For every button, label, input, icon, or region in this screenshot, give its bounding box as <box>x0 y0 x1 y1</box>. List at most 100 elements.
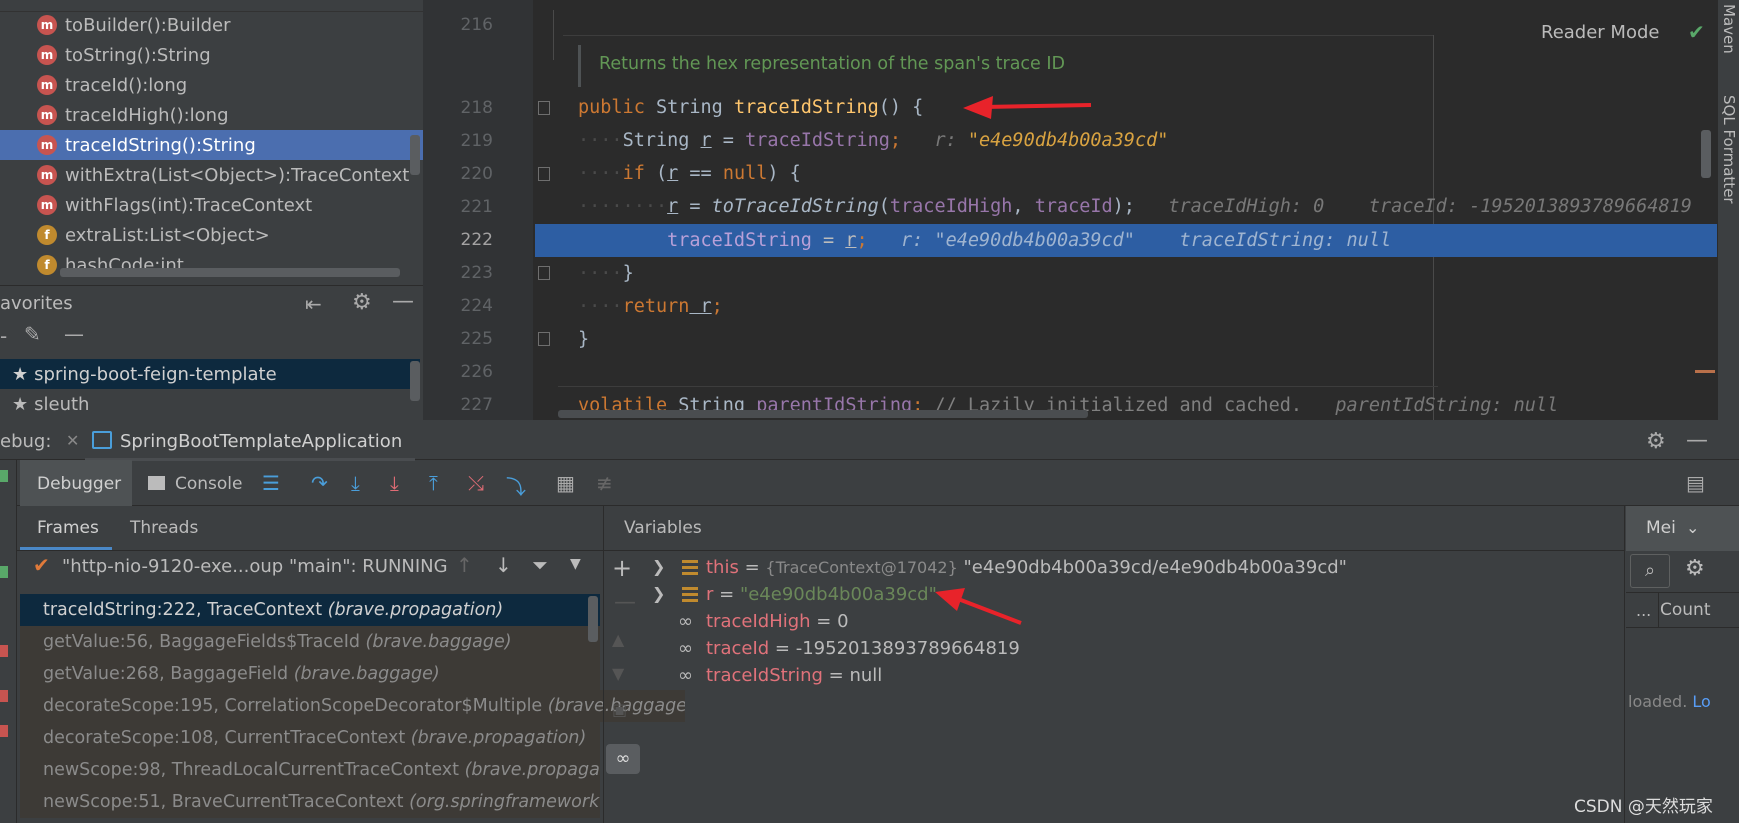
step-out-icon[interactable]: ⤒ <box>429 471 438 495</box>
remove-watch-icon[interactable]: — <box>614 590 636 615</box>
structure-scrollbar-v[interactable] <box>410 135 420 175</box>
minus-icon[interactable]: — <box>64 322 84 346</box>
show-execution-point-icon[interactable]: ☰ <box>262 471 280 495</box>
error-stripe-marker <box>1695 370 1715 373</box>
dropdown-icon[interactable]: ▼ <box>570 556 581 572</box>
sql-formatter-tab[interactable]: SQL Formatter <box>1720 95 1738 204</box>
editor-scrollbar-h[interactable] <box>558 410 1088 418</box>
tab-frames[interactable]: Frames <box>37 518 99 538</box>
fold-icon[interactable] <box>538 332 550 346</box>
stack-frame[interactable]: getValue:56, BaggageFields$TraceId (brav… <box>20 626 600 658</box>
breakpoints-icon[interactable] <box>0 690 8 702</box>
structure-item[interactable]: m traceId():long <box>0 70 423 100</box>
copy-icon[interactable]: ▣ <box>612 700 627 719</box>
code-line-220: ····if (r == null) { <box>578 163 801 184</box>
tab-console[interactable]: Console <box>175 474 243 494</box>
var-this[interactable]: this = {TraceContext@17042} "e4e90db4b00… <box>706 553 1347 583</box>
trace-stream-icon[interactable]: ≢ <box>596 471 613 495</box>
fold-icon[interactable] <box>538 101 550 115</box>
structure-item[interactable]: m withExtra(List<Object>):TraceContext <box>0 160 423 190</box>
maven-tab[interactable]: Maven <box>1720 4 1738 54</box>
structure-item[interactable]: m toBuilder():Builder <box>0 10 423 40</box>
drop-frame-icon[interactable]: ⤯ <box>468 471 484 495</box>
structure-panel: m toBuilder():Builder m toString():String … <box>0 0 423 285</box>
stack-frame[interactable]: decorateScope:108, CurrentTraceContext (… <box>20 722 600 754</box>
count-column-header[interactable]: Count <box>1660 600 1711 620</box>
stack-frame[interactable]: decorateScope:195, CorrelationScopeDecor… <box>20 690 685 722</box>
tab-threads[interactable]: Threads <box>130 518 198 538</box>
close-tab-icon[interactable]: ✕ <box>66 431 79 450</box>
editor-scrollbar-v[interactable] <box>1701 130 1711 178</box>
red-arrow-annotation <box>935 588 1022 625</box>
stack-frame[interactable]: getValue:268, BaggageField (brave.baggag… <box>20 658 600 690</box>
down-arrow-icon[interactable]: ↓ <box>495 553 512 577</box>
load-link[interactable]: Lo <box>1692 692 1710 711</box>
edit-pencil-icon[interactable]: ✎ <box>24 322 41 346</box>
minimize-icon[interactable]: — <box>392 289 414 314</box>
step-into-icon[interactable]: ⤓ <box>351 471 360 495</box>
mute-breakpoints-icon[interactable] <box>0 725 8 737</box>
structure-item[interactable]: m traceIdHigh():long <box>0 100 423 130</box>
memory-tab[interactable] <box>1626 506 1739 551</box>
stop-icon[interactable] <box>0 645 8 657</box>
favorites-item[interactable]: ★ spring-boot-feign-template <box>0 359 420 389</box>
force-step-into-icon[interactable]: ⤓ <box>390 471 399 495</box>
minimize-icon[interactable]: — <box>1686 428 1708 453</box>
gear-icon[interactable]: ⚙ <box>1646 429 1666 454</box>
fold-icon[interactable] <box>538 167 550 181</box>
gear-icon[interactable]: ⚙ <box>1685 556 1705 581</box>
line-number: 218 <box>460 98 493 118</box>
up-arrow-icon[interactable]: ↑ <box>456 553 473 577</box>
stack-frame[interactable]: traceIdString:222, TraceContext (brave.p… <box>20 594 600 626</box>
code-line-224: ····return r; <box>578 296 723 317</box>
method-icon: m <box>37 135 57 155</box>
move-down-icon[interactable]: ▼ <box>612 664 624 683</box>
var-r[interactable]: r = "e4e90db4b00a39cd" <box>706 580 937 610</box>
frames-scrollbar[interactable] <box>588 596 598 642</box>
structure-item-label: withFlags(int):TraceContext <box>65 194 313 216</box>
stack-frame[interactable]: newScope:51, BraveCurrentTraceContext (o… <box>20 786 600 818</box>
filter-icon[interactable]: ⏷ <box>532 553 548 577</box>
reader-mode-button[interactable]: Reader Mode <box>1541 22 1659 43</box>
gear-icon[interactable]: ⚙ <box>352 290 372 315</box>
field-watch-icon: ∞ <box>678 611 693 632</box>
structure-item[interactable]: m toString():String <box>0 40 423 70</box>
line-number: 219 <box>460 131 493 151</box>
structure-item[interactable]: m withFlags(int):TraceContext <box>0 190 423 220</box>
line-number: 224 <box>460 296 493 316</box>
structure-item[interactable]: f extraList:List<Object> <box>0 220 423 250</box>
expand-chevron-icon[interactable]: ❯ <box>652 584 665 603</box>
column-menu[interactable]: ... <box>1636 601 1651 620</box>
rerun-icon[interactable] <box>0 566 8 578</box>
watches-toggle-icon[interactable]: ∞ <box>606 744 640 774</box>
layout-icon[interactable]: ▤ <box>1686 471 1705 495</box>
move-up-icon[interactable]: ▲ <box>612 630 624 649</box>
search-icon[interactable]: ⌕ <box>1630 554 1670 588</box>
run-to-cursor-icon[interactable]: ⤵ <box>506 471 526 500</box>
expand-chevron-icon[interactable]: ❯ <box>652 557 665 576</box>
remove-icon[interactable]: - <box>0 324 7 348</box>
resume-icon[interactable] <box>0 470 8 482</box>
collapse-all-icon[interactable]: ⇤ <box>305 292 322 316</box>
chevron-down-icon[interactable]: ⌄ <box>1686 518 1699 537</box>
var-traceIdHigh[interactable]: traceIdHigh = 0 <box>706 607 849 637</box>
favorites-scrollbar[interactable] <box>410 361 420 401</box>
code-editor[interactable]: 216 218 219 220 221 222 223 224 225 226 … <box>423 0 1717 420</box>
fold-icon[interactable] <box>538 266 550 280</box>
stack-frame[interactable]: newScope:98, ThreadLocalCurrentTraceCont… <box>20 754 600 786</box>
thread-selector[interactable]: "http-nio-9120-exe...oup "main": RUNNING <box>62 556 448 577</box>
var-traceIdString[interactable]: traceIdString = null <box>706 661 882 691</box>
favorites-title: avorites <box>0 293 73 314</box>
add-watch-icon[interactable]: + <box>612 554 632 582</box>
evaluate-expression-icon[interactable]: ▦ <box>556 471 575 495</box>
code-line-221: ········r = toTraceIdString(traceIdHigh,… <box>578 196 1692 217</box>
var-traceId[interactable]: traceId = -1952013893789664819 <box>706 634 1020 664</box>
code-line-225: } <box>578 329 590 350</box>
step-over-icon[interactable]: ↷ <box>311 471 328 495</box>
panel-divider <box>603 506 604 823</box>
line-number: 222 <box>460 230 493 250</box>
structure-scrollbar-h[interactable] <box>60 268 400 277</box>
structure-item-selected[interactable]: m traceIdString():String <box>0 130 423 160</box>
run-config-tab[interactable]: SpringBootTemplateApplication <box>120 431 402 452</box>
favorites-item[interactable]: ★ sleuth <box>0 389 420 419</box>
